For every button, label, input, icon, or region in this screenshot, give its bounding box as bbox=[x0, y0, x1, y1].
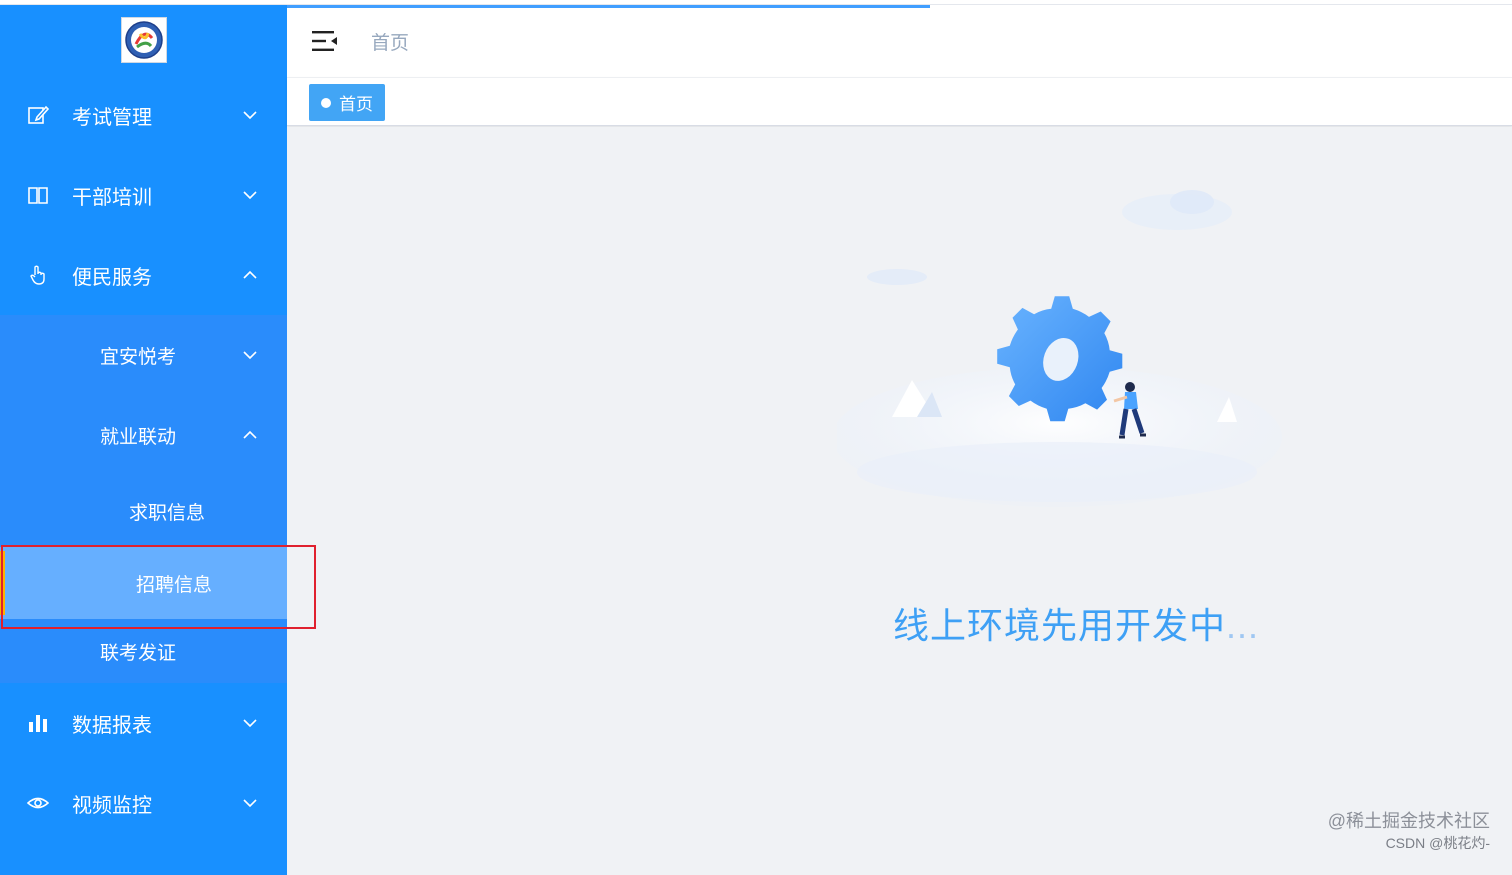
book-icon bbox=[28, 187, 48, 204]
loading-progress-bar bbox=[287, 5, 930, 8]
public-service-submenu: 宜安悦考 就业联动 求职信息 招聘信息 联考发证 bbox=[0, 315, 287, 683]
logo-area bbox=[0, 5, 287, 75]
sidebar: 考试管理 干部培训 便民服务 宜安悦考 就业联动 求职信息 招聘信息 联考发证 … bbox=[0, 5, 287, 875]
chevron-up-icon bbox=[243, 270, 257, 279]
tag-label: 首页 bbox=[339, 95, 373, 114]
menu-leaf-label: 招聘信息 bbox=[136, 574, 213, 596]
submenu-label: 宜安悦考 bbox=[100, 346, 177, 368]
tag-home[interactable]: 首页 bbox=[309, 84, 385, 121]
under-development-message: 线上环境先用开发中... bbox=[893, 597, 1259, 649]
menu-joint-exam-certificate[interactable]: 联考发证 bbox=[0, 619, 287, 683]
chevron-down-icon bbox=[243, 191, 257, 200]
watermark-line2: CSDN @桃花灼- bbox=[1385, 835, 1490, 851]
menu-leaf-label: 联考发证 bbox=[100, 642, 177, 664]
menu-recruitment-info[interactable]: 招聘信息 bbox=[0, 547, 287, 619]
menu-label: 视频监控 bbox=[72, 794, 152, 817]
active-dot bbox=[321, 97, 331, 108]
menu-label: 便民服务 bbox=[72, 266, 152, 289]
menu-exam-management[interactable]: 考试管理 bbox=[0, 75, 287, 155]
breadcrumb: 首页 bbox=[371, 33, 410, 54]
navbar: 首页 bbox=[287, 5, 1512, 77]
menu-label: 数据报表 bbox=[72, 714, 152, 737]
menu-leaf-label: 求职信息 bbox=[129, 502, 206, 524]
submenu-label: 就业联动 bbox=[100, 426, 177, 448]
under-construction-illustration bbox=[837, 190, 1282, 507]
chevron-down-icon bbox=[243, 799, 257, 808]
edit-icon bbox=[28, 105, 49, 124]
watermark-line1: @稀土掘金技术社区 bbox=[1327, 811, 1490, 831]
main-content: 线上环境先用开发中... @稀土掘金技术社区 CSDN @桃花灼- bbox=[287, 127, 1512, 875]
bar-chart-icon bbox=[29, 715, 47, 732]
menu-video-monitoring[interactable]: 视频监控 bbox=[0, 763, 287, 843]
menu-public-service[interactable]: 便民服务 bbox=[0, 235, 287, 315]
menu-cadre-training[interactable]: 干部培训 bbox=[0, 155, 287, 235]
watermark: @稀土掘金技术社区 CSDN @桃花灼- bbox=[1328, 811, 1490, 853]
logo[interactable] bbox=[120, 17, 167, 63]
menu-fold-icon[interactable] bbox=[312, 29, 338, 53]
eye-icon bbox=[27, 797, 49, 809]
chevron-down-icon bbox=[243, 111, 257, 120]
menu-job-seeking-info[interactable]: 求职信息 bbox=[0, 475, 287, 547]
menu-label: 考试管理 bbox=[72, 106, 152, 129]
menu-data-reports[interactable]: 数据报表 bbox=[0, 683, 287, 763]
submenu-employment[interactable]: 就业联动 bbox=[0, 395, 287, 475]
chevron-up-icon bbox=[243, 430, 257, 439]
emblem-icon bbox=[124, 21, 163, 59]
chevron-down-icon bbox=[243, 719, 257, 728]
chevron-down-icon bbox=[243, 351, 257, 360]
message-text: 线上环境先用开发中 bbox=[893, 605, 1227, 646]
hand-pointer-icon bbox=[30, 265, 45, 285]
submenu-yian-exam[interactable]: 宜安悦考 bbox=[0, 315, 287, 395]
tags-view: 首页 bbox=[287, 78, 1512, 126]
menu-label: 干部培训 bbox=[72, 186, 152, 209]
message-ellipsis: ... bbox=[1226, 605, 1260, 646]
